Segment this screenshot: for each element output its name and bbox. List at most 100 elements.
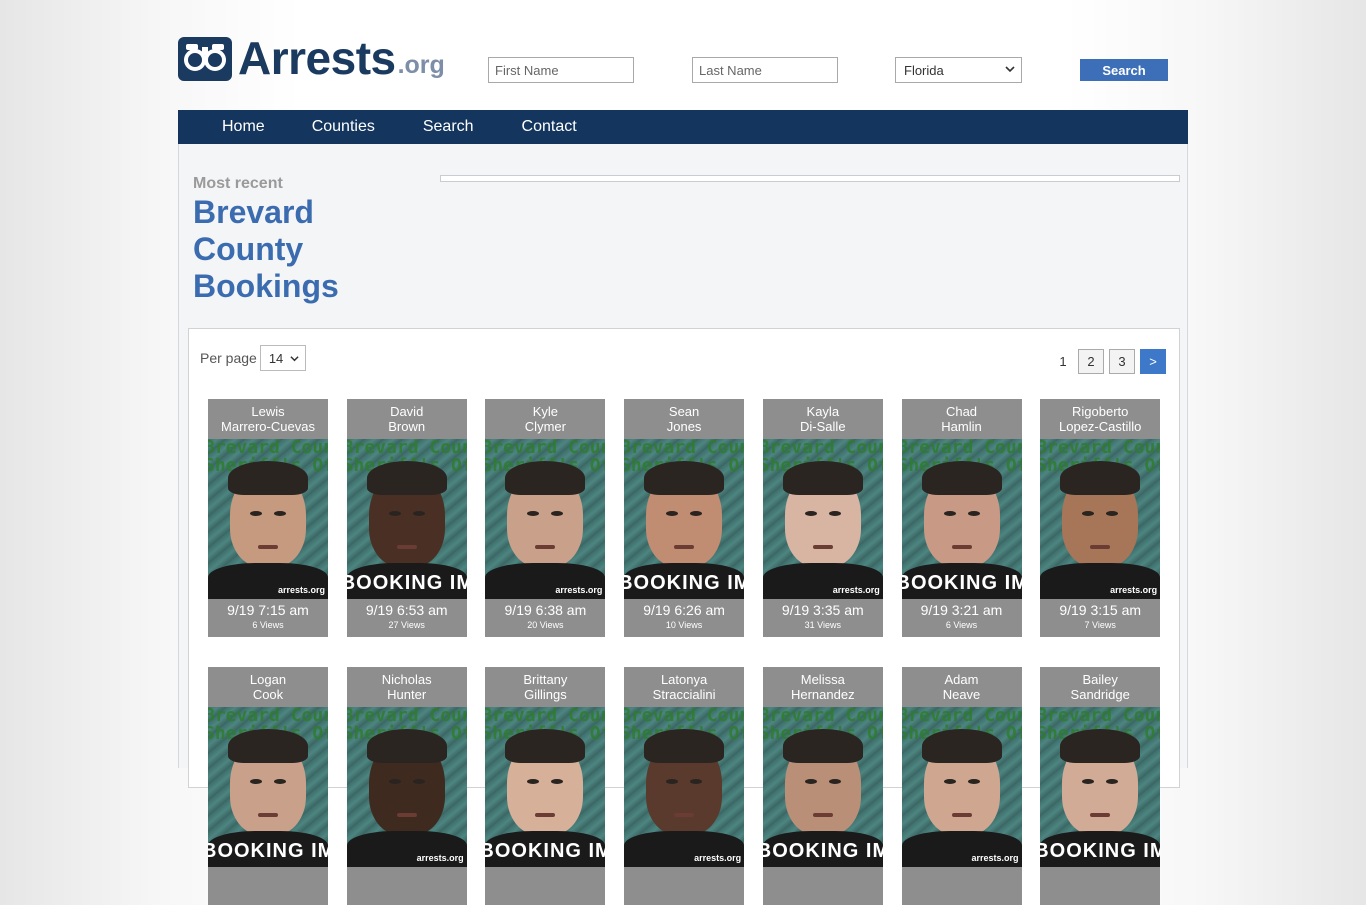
mugshot-image[interactable]: Brevard County Sheriff's Office BOOKING … [346, 439, 467, 599]
mugshot-image[interactable]: Brevard County Sheriff's Office BOOKING … [485, 707, 606, 867]
booking-name: Kayla Di-Salle [763, 399, 883, 439]
mugshot-image[interactable]: Brevard County Sheriff's Office BOOKING … [208, 707, 328, 867]
booking-card[interactable]: David Brown Brevard County Sheriff's Off… [346, 399, 467, 637]
booking-last-name: Hamlin [941, 419, 982, 434]
booking-first-name: Latonya [660, 672, 708, 687]
booking-stamp: BOOKING IMAGE [624, 572, 745, 594]
booking-last-name: Brown [388, 419, 426, 434]
booking-last-name: Lopez-Castillo [1059, 419, 1142, 434]
booking-stamp: BOOKING IMAGE [1040, 840, 1161, 862]
mugshot-image[interactable]: Brevard County Sheriff's Office BOOKING … [624, 439, 745, 599]
booking-card[interactable]: Bailey Sandridge Brevard County Sheriff'… [1040, 667, 1161, 905]
page-link-3[interactable]: 3 [1109, 349, 1135, 374]
booking-time: 9/19 3:21 am [920, 602, 1003, 618]
mugshot-image[interactable]: Brevard County Sheriff's Office arrests.… [208, 439, 328, 599]
page-link-2[interactable]: 2 [1078, 349, 1104, 374]
booking-card[interactable]: Rigoberto Lopez-Castillo Brevard County … [1040, 399, 1161, 637]
mouth-shape [1090, 545, 1111, 549]
booking-card[interactable]: Kyle Clymer Brevard County Sheriff's Off… [485, 399, 606, 637]
booking-card[interactable]: Melissa Hernandez Brevard County Sheriff… [762, 667, 883, 905]
per-page-control: Per page 14 [200, 345, 306, 371]
booking-first-name: Lewis [251, 404, 285, 419]
first-name-input[interactable] [488, 57, 634, 83]
booking-first-name: Sean [668, 404, 700, 419]
nav-item-home[interactable]: Home [222, 110, 265, 144]
mugshot-image[interactable]: Brevard County Sheriff's Office arrests.… [624, 707, 745, 867]
booking-stamp: BOOKING IMAGE [901, 572, 1022, 594]
hair-shape [228, 461, 308, 495]
booking-last-name: Cook [252, 687, 284, 702]
booking-card[interactable]: Brittany Gillings Brevard County Sheriff… [485, 667, 606, 905]
booking-name: Logan Cook [208, 667, 328, 707]
mugshot-image[interactable]: Brevard County Sheriff's Office BOOKING … [1040, 707, 1161, 867]
pagination: 1 2 3 > [1048, 349, 1166, 374]
booking-card[interactable]: Adam Neave Brevard County Sheriff's Offi… [901, 667, 1022, 905]
booking-card[interactable]: Logan Cook Brevard County Sheriff's Offi… [208, 667, 328, 905]
page-kicker: Most recent [193, 175, 283, 192]
next-page-button[interactable]: > [1140, 349, 1166, 374]
booking-card[interactable]: Latonya Straccialini Brevard County Sher… [624, 667, 745, 905]
search-button[interactable]: Search [1080, 59, 1168, 81]
eye-shape [828, 779, 841, 784]
last-name-input[interactable] [692, 57, 838, 83]
booking-card[interactable]: Kayla Di-Salle Brevard County Sheriff's … [762, 399, 883, 637]
mugshot-image[interactable]: Brevard County Sheriff's Office arrests.… [346, 707, 467, 867]
mugshot-image[interactable]: Brevard County Sheriff's Office arrests.… [762, 439, 883, 599]
booking-stamp: BOOKING IMAGE [208, 840, 328, 862]
eye-shape [388, 511, 401, 516]
booking-last-name: Jones [666, 419, 702, 434]
per-page-select[interactable]: 14 [259, 345, 306, 371]
hair-shape [366, 729, 447, 763]
hair-shape [644, 729, 725, 763]
mugshot-image[interactable]: Brevard County Sheriff's Office BOOKING … [762, 707, 883, 867]
booking-first-name: Nicholas [381, 672, 432, 687]
booking-card[interactable]: Sean Jones Brevard County Sheriff's Offi… [624, 399, 745, 637]
eye-shape [666, 779, 679, 784]
booking-name: Chad Hamlin [902, 399, 1022, 439]
site-logo[interactable]: Arrests .org [178, 35, 445, 81]
site-watermark: arrests.org [277, 585, 325, 595]
booking-first-name: Bailey [1082, 672, 1118, 687]
handcuffs-icon [178, 37, 232, 81]
site-watermark: arrests.org [1110, 585, 1158, 595]
eye-shape [943, 779, 956, 784]
booking-name: Lewis Marrero-Cuevas [208, 399, 328, 439]
mugshot-image[interactable]: Brevard County Sheriff's Office arrests.… [901, 707, 1022, 867]
hair-shape [1060, 461, 1141, 495]
hair-shape [782, 461, 863, 495]
nav-item-contact[interactable]: Contact [522, 110, 577, 144]
mouth-shape [674, 813, 695, 817]
eye-shape [250, 511, 262, 516]
booking-stamp: BOOKING IMAGE [485, 840, 606, 862]
mugshot-image[interactable]: Brevard County Sheriff's Office BOOKING … [901, 439, 1022, 599]
booking-last-name: Di-Salle [800, 419, 846, 434]
chevron-down-icon [290, 356, 299, 362]
main-content: Most recent Brevard County Bookings Per … [178, 144, 1188, 905]
mouth-shape [535, 545, 556, 549]
mouth-shape [396, 545, 417, 549]
booking-stamp: BOOKING IMAGE [762, 840, 883, 862]
eye-shape [690, 779, 703, 784]
booking-card[interactable]: Nicholas Hunter Brevard County Sheriff's… [346, 667, 467, 905]
site-watermark: arrests.org [971, 853, 1019, 863]
nav-item-counties[interactable]: Counties [312, 110, 375, 144]
booking-stamp: BOOKING IMAGE [346, 572, 467, 594]
state-select[interactable]: Florida [895, 57, 1022, 83]
eye-shape [250, 779, 262, 784]
eye-shape [412, 511, 425, 516]
eye-shape [804, 511, 817, 516]
booking-first-name: Rigoberto [1072, 404, 1129, 419]
mugshot-image[interactable]: Brevard County Sheriff's Office arrests.… [485, 439, 606, 599]
booking-last-name: Gillings [524, 687, 567, 702]
booking-first-name: Kayla [806, 404, 840, 419]
hair-shape [644, 461, 725, 495]
hair-shape [921, 461, 1002, 495]
nav-item-search[interactable]: Search [423, 110, 474, 144]
mugshot-image[interactable]: Brevard County Sheriff's Office arrests.… [1040, 439, 1161, 599]
booking-card[interactable]: Lewis Marrero-Cuevas Brevard County Sher… [208, 399, 328, 637]
eye-shape [828, 511, 841, 516]
site-watermark: arrests.org [416, 853, 464, 863]
booking-card[interactable]: Chad Hamlin Brevard County Sheriff's Off… [901, 399, 1022, 637]
page-title-line: County [193, 231, 304, 267]
booking-views: 31 Views [804, 620, 841, 630]
